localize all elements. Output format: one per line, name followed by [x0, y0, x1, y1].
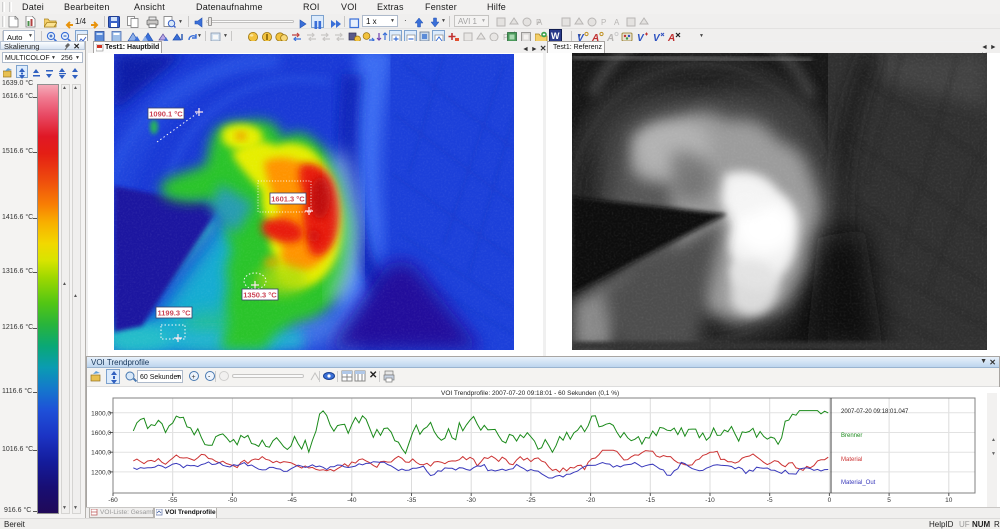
- svg-text:0: 0: [828, 497, 832, 504]
- svg-text:1200,0: 1200,0: [91, 469, 111, 476]
- svg-text:1350.3 °C: 1350.3 °C: [243, 291, 277, 300]
- svg-text:A: A: [614, 18, 620, 27]
- svg-text:-45: -45: [287, 497, 297, 504]
- svg-text:Brenner: Brenner: [841, 433, 862, 439]
- svg-text:-30: -30: [466, 497, 476, 504]
- svg-text:1400,0: 1400,0: [91, 450, 111, 457]
- svg-text:1199.3 °C: 1199.3 °C: [157, 309, 191, 318]
- svg-text:-55: -55: [168, 497, 178, 504]
- svg-text:Material_Out: Material_Out: [841, 480, 876, 486]
- svg-text:W: W: [551, 31, 560, 41]
- svg-text:-35: -35: [407, 497, 417, 504]
- svg-text:-10: -10: [705, 497, 715, 504]
- svg-text:-15: -15: [646, 497, 656, 504]
- svg-text:2007-07-20 09:18:01.047: 2007-07-20 09:18:01.047: [841, 409, 909, 415]
- svg-text:A: A: [537, 18, 543, 27]
- svg-text:1600,0: 1600,0: [91, 430, 111, 437]
- svg-text:1800,0: 1800,0: [91, 410, 111, 417]
- svg-text:10: 10: [945, 497, 953, 504]
- svg-text:P: P: [601, 18, 606, 27]
- svg-text:-60: -60: [108, 497, 118, 504]
- svg-text:Material: Material: [841, 457, 862, 463]
- svg-text:+: +: [192, 374, 196, 381]
- svg-text:-40: -40: [347, 497, 357, 504]
- svg-text:1090.1 °C: 1090.1 °C: [149, 110, 183, 119]
- svg-text:-20: -20: [586, 497, 596, 504]
- svg-text:-5: -5: [767, 497, 773, 504]
- svg-text:1601.3 °C: 1601.3 °C: [271, 195, 305, 204]
- svg-text:-50: -50: [228, 497, 238, 504]
- svg-text:5: 5: [887, 497, 891, 504]
- svg-text:-25: -25: [526, 497, 536, 504]
